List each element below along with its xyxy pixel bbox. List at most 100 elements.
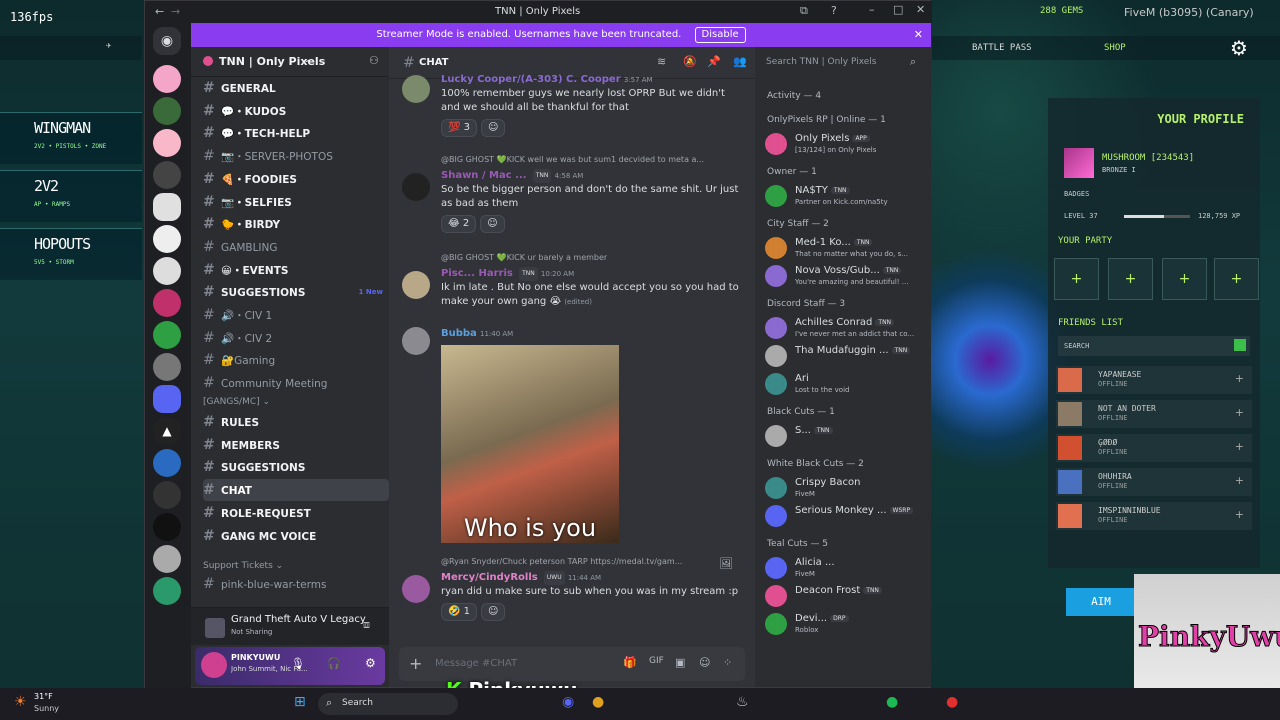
emoji-icon[interactable]: ☺: [699, 656, 710, 669]
party-slot-add[interactable]: +: [1214, 258, 1259, 300]
help-icon[interactable]: ?: [831, 4, 837, 17]
channel-item[interactable]: # Community Meeting: [203, 372, 389, 394]
server-header[interactable]: TNN | Only Pixels ⌄ ⚇: [191, 47, 389, 77]
member-item[interactable]: Med-1 Ko... TNN That no matter what you do…: [765, 235, 925, 263]
disable-button[interactable]: Disable: [694, 27, 746, 43]
author[interactable]: Lucky Cooper/(A-303) C. Cooper: [441, 74, 621, 85]
member-item[interactable]: Crispy Bacon FiveM: [765, 475, 925, 503]
steam-taskbar-icon[interactable]: ♨: [736, 694, 749, 710]
mode-2v2[interactable]: 2V2 AP • RAMPS: [0, 170, 142, 222]
add-member-icon[interactable]: ⚇: [369, 54, 379, 67]
member-item[interactable]: Only Pixels APP [13/124] on Only Pixels: [765, 131, 925, 159]
server-icon[interactable]: [153, 513, 181, 541]
server-icon[interactable]: [153, 545, 181, 573]
reaction[interactable]: 😂 2: [441, 215, 477, 233]
avatar[interactable]: [402, 75, 430, 103]
gang-channel-item[interactable]: # CHAT: [203, 479, 389, 502]
gang-channel-item[interactable]: # RULES: [203, 411, 389, 433]
friend-item[interactable]: OHUHIRA OFFLINE +: [1056, 468, 1252, 496]
mode-wingman[interactable]: WINGMAN 2V2 • PISTOLS • ZONE: [0, 112, 142, 164]
avatar[interactable]: [402, 271, 430, 299]
channel-item[interactable]: # 🔊・CIV 2: [203, 327, 389, 349]
plane-icon[interactable]: ✈: [106, 41, 111, 51]
spotify-taskbar-icon[interactable]: ●: [886, 694, 898, 710]
add-reaction-icon[interactable]: ☺: [481, 603, 506, 621]
channel-item[interactable]: # 💬・KUDOS: [203, 100, 389, 122]
gif-icon[interactable]: GIF: [649, 656, 664, 666]
close-icon[interactable]: ✕: [916, 3, 925, 16]
server-icon[interactable]: [153, 257, 181, 285]
discord-home-icon[interactable]: ◉: [153, 27, 181, 55]
gang-channel-item[interactable]: # MEMBERS: [203, 434, 389, 456]
member-item[interactable]: Alicia ... FiveM: [765, 555, 925, 583]
mute-icon[interactable]: 🔕: [683, 55, 697, 68]
reply-preview[interactable]: @BIG GHOST 💚KICK ur barely a member: [441, 253, 607, 262]
screen-share-icon[interactable]: ⧈: [363, 618, 370, 632]
nav-shop[interactable]: SHOP: [1104, 43, 1126, 53]
server-icon[interactable]: [153, 577, 181, 605]
server-icon[interactable]: [153, 449, 181, 477]
server-icon[interactable]: [153, 353, 181, 381]
channel-item[interactable]: # GAMBLING: [203, 236, 389, 258]
message-input[interactable]: + Message #CHAT 🎁 GIF ▣ ☺ ⁘: [399, 647, 745, 681]
member-item[interactable]: Tha Mudafuggin ... TNN: [765, 343, 925, 371]
member-item[interactable]: Nova Voss/Gub... TNN You're amazing and be…: [765, 263, 925, 291]
party-slot-add[interactable]: +: [1054, 258, 1099, 300]
app-taskbar-icon[interactable]: ●: [946, 694, 958, 710]
channel-item[interactable]: # 🍕・FOODIES: [203, 168, 389, 190]
member-item[interactable]: Deacon Frost TNN: [765, 583, 925, 611]
server-icon-only-pixels[interactable]: [153, 193, 181, 221]
gang-channel-item[interactable]: # SUGGESTIONS: [203, 456, 389, 478]
maximize-icon[interactable]: □: [893, 3, 903, 16]
channel-item[interactable]: # GENERAL: [203, 77, 389, 99]
author[interactable]: Pisc... Harris: [441, 268, 513, 279]
server-icon[interactable]: [153, 225, 181, 253]
gang-channel-item[interactable]: # GANG MC VOICE: [203, 525, 389, 547]
reaction[interactable]: 🤣 1: [441, 603, 477, 621]
channel-item[interactable]: # 🐤・BIRDY: [203, 213, 389, 235]
member-list-icon[interactable]: 👥: [733, 55, 747, 68]
server-icon[interactable]: [153, 97, 181, 125]
author[interactable]: Mercy/CindyRolls: [441, 572, 538, 583]
party-slot-add[interactable]: +: [1162, 258, 1207, 300]
server-icon[interactable]: [153, 129, 181, 157]
search-icon[interactable]: [1234, 339, 1246, 351]
add-reaction-icon[interactable]: ☺: [481, 119, 506, 137]
gear-icon[interactable]: ⚙: [1230, 36, 1248, 60]
channel-pink-blue-war-terms[interactable]: # pink-blue-war-terms: [203, 573, 389, 595]
member-item[interactable]: Devi... DRP Roblox: [765, 611, 925, 639]
member-item[interactable]: Ari Lost to the void: [765, 371, 925, 399]
inbox-icon[interactable]: ⧉: [800, 4, 808, 18]
server-icon[interactable]: [153, 161, 181, 189]
add-reaction-icon[interactable]: ☺: [480, 215, 505, 233]
author[interactable]: Bubba: [441, 328, 477, 339]
close-icon[interactable]: ✕: [914, 23, 923, 47]
friend-item[interactable]: IMSPINNINBLUE OFFLINE +: [1056, 502, 1252, 530]
search-icon[interactable]: ⌕: [910, 55, 916, 69]
avatar[interactable]: [201, 652, 227, 678]
server-icon[interactable]: [153, 481, 181, 509]
friends-search-input[interactable]: SEARCH: [1058, 336, 1250, 356]
avatar[interactable]: [402, 575, 430, 603]
windows-start-icon[interactable]: ⊞: [294, 694, 306, 710]
gif-image[interactable]: Who is you: [441, 345, 619, 543]
microphone-icon[interactable]: 🎙: [291, 657, 305, 670]
member-item[interactable]: Serious Monkey ... WSRP: [765, 503, 925, 531]
member-item[interactable]: S... TNN: [765, 423, 925, 451]
friend-item[interactable]: YAPANEASE OFFLINE +: [1056, 366, 1252, 394]
aim-button[interactable]: AIM: [1066, 588, 1136, 616]
gift-icon[interactable]: 🎁: [623, 656, 637, 669]
server-icon[interactable]: ▲: [153, 417, 181, 445]
sticker-icon[interactable]: ▣: [675, 656, 685, 669]
pin-icon[interactable]: 📌: [707, 55, 721, 68]
party-slot-add[interactable]: +: [1108, 258, 1153, 300]
avatar[interactable]: [402, 327, 430, 355]
server-icon[interactable]: [153, 289, 181, 317]
add-attachment-icon[interactable]: +: [409, 654, 422, 673]
back-arrow-icon[interactable]: ←: [155, 5, 164, 18]
friend-item[interactable]: ĢØĐØ OFFLINE +: [1056, 434, 1252, 462]
forward-arrow-icon[interactable]: →: [171, 5, 180, 18]
member-search[interactable]: Search TNN | Only Pixels ⌕: [754, 51, 930, 75]
gang-channel-item[interactable]: # ROLE-REQUEST: [203, 502, 389, 524]
member-item[interactable]: Achilles Conrad TNN I've never met an addi…: [765, 315, 925, 343]
